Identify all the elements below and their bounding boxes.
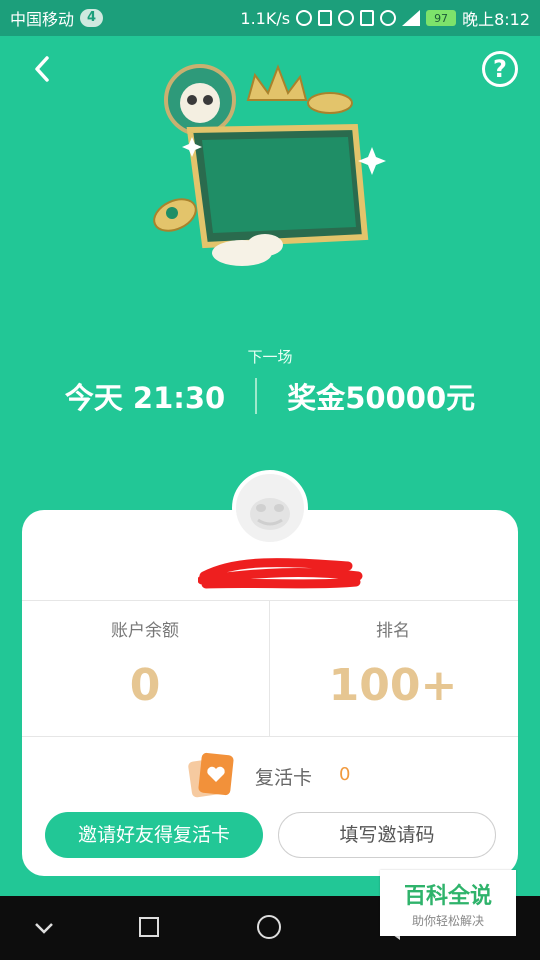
next-game-prize: 奖金50000元 (287, 381, 476, 415)
battery-icon: 97 (426, 10, 457, 26)
watermark-logo: 百科全说 助你轻松解决 (380, 870, 516, 936)
game-logo (150, 55, 390, 275)
invite-friends-button[interactable]: 邀请好友得复活卡 (45, 812, 263, 858)
next-game-time: 今天 21:30 (64, 381, 226, 415)
clock: 晚上8:12 (462, 10, 530, 29)
watermark-subtitle: 助你轻松解决 (411, 914, 484, 928)
divider (255, 378, 258, 414)
avatar[interactable] (232, 470, 308, 546)
back-button[interactable] (26, 52, 60, 86)
help-button[interactable]: ? (482, 51, 518, 87)
carrier-badge: 4 (80, 9, 104, 27)
next-game-label: 下一场 (247, 348, 293, 366)
network-speed: 1.1K/s (240, 8, 291, 28)
carrier-name: 中国移动 (10, 10, 75, 29)
hotspot-icon (296, 10, 313, 26)
recent-apps-icon[interactable] (139, 917, 159, 937)
redacted-username (198, 558, 363, 589)
rank-value: 100+ (328, 660, 458, 711)
status-bar: 中国移动 4 1.1K/s 97 晚上8:12 (0, 0, 540, 36)
chevron-down-icon[interactable] (32, 918, 56, 944)
chevron-left-icon (35, 56, 49, 82)
enter-invite-code-button[interactable]: 填写邀请码 (278, 812, 496, 858)
eye-icon (380, 10, 397, 26)
home-icon[interactable] (257, 915, 281, 939)
revive-card-icon (188, 752, 234, 798)
signal-icon (402, 10, 421, 26)
divider (22, 736, 518, 737)
alarm-icon (338, 10, 355, 26)
hd-icon (360, 10, 375, 26)
vibrate-icon (318, 10, 333, 26)
rank-label: 排名 (376, 621, 410, 641)
balance-value: 0 (129, 660, 161, 711)
divider (22, 600, 518, 601)
revive-card-label: 复活卡 (255, 767, 313, 789)
next-game-info: 今天 21:30 奖金50000元 (0, 374, 540, 418)
watermark-title: 百科全说 (403, 884, 492, 909)
balance-label: 账户余额 (111, 621, 179, 641)
revive-card-count: 0 (339, 764, 351, 785)
